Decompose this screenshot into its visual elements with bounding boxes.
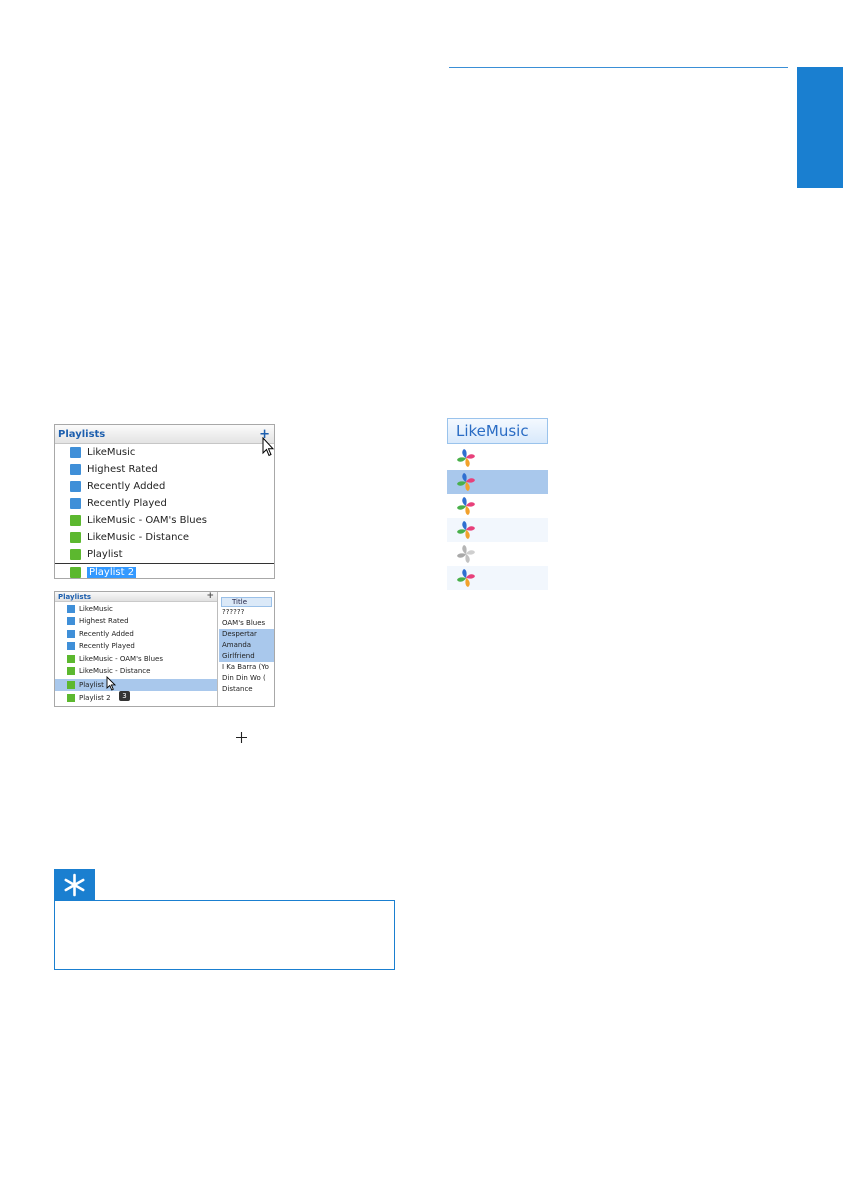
playlist-icon [67,667,75,675]
list-item[interactable]: LikeMusic - OAM's Blues [55,653,217,665]
table-row[interactable]: Din Din Wo ( [219,673,274,684]
folder-icon [67,605,75,613]
pinwheel-grey-icon [457,545,475,563]
pinwheel-icon [457,449,475,467]
list-item[interactable] [447,518,548,542]
smart-playlist-icon [70,481,81,492]
list-item[interactable]: Recently Added [70,478,274,495]
list-item-drop-target[interactable]: Playlist [55,679,217,691]
tip-box [54,900,395,970]
table-row[interactable]: Girlfriend [219,651,274,662]
list-item[interactable]: LikeMusic [70,444,274,461]
playlist-icon [67,694,75,702]
likemusic-header[interactable]: LikeMusic [447,418,548,444]
list-item[interactable]: Playlist 2 [55,692,217,704]
smart-playlist-icon [67,642,75,650]
playlists-pane: Playlists + LikeMusic Highest Rated Rece… [55,592,218,706]
tip-icon [54,869,95,901]
playlists-header: Playlists + [55,592,217,602]
playlist-icon [67,681,75,689]
list-item[interactable] [447,542,548,566]
pinwheel-icon [457,569,475,587]
language-tab [797,67,843,188]
smart-playlist-icon [70,498,81,509]
list-item-selected[interactable] [447,470,548,494]
drag-cursor-icon [106,676,117,691]
add-playlist-button[interactable]: + [206,592,214,601]
new-playlist-name-input[interactable]: Playlist 2 [55,563,274,578]
playlists-header-title: Playlists [58,428,106,440]
list-item[interactable]: Highest Rated [70,461,274,478]
plus-icon [236,732,247,743]
playlist-icon [70,566,81,578]
smart-playlist-icon [67,630,75,638]
pinwheel-icon [457,473,475,491]
playlist-icon [67,655,75,663]
table-row[interactable]: Distance [219,684,274,695]
list-item[interactable]: LikeMusic - OAM's Blues [70,512,274,529]
playlists-header-title: Playlists [58,592,92,601]
mouse-cursor-icon [262,437,274,457]
list-item[interactable]: Highest Rated [55,615,217,627]
list-item[interactable]: Playlist [70,546,274,563]
list-item[interactable]: LikeMusic - Distance [55,665,217,677]
list-item[interactable]: LikeMusic [55,603,217,615]
pinwheel-icon [457,497,475,515]
list-item[interactable]: Recently Played [70,495,274,512]
table-row[interactable]: OAM's Blues [219,618,274,629]
table-row[interactable]: Despertar [219,629,274,640]
list-item[interactable] [447,446,548,470]
list-item[interactable]: Recently Played [55,640,217,652]
table-row[interactable]: I Ka Barra (Yo [219,662,274,673]
list-item[interactable] [447,566,548,590]
pinwheel-icon [457,521,475,539]
drag-count-badge: 3 [119,691,130,701]
playlist-icon [70,515,81,526]
title-column-header[interactable]: Title [221,597,272,607]
list-item[interactable] [447,494,548,518]
top-rule [449,67,788,68]
table-row[interactable]: ?????? [219,607,274,618]
smart-playlist-icon [67,617,75,625]
drag-to-playlist-screenshot: Playlists + LikeMusic Highest Rated Rece… [54,591,275,707]
list-item[interactable]: LikeMusic - Distance [70,529,274,546]
smart-playlist-icon [70,464,81,475]
playlists-panel-screenshot: Playlists + LikeMusic Highest Rated Rece… [54,424,275,579]
playlist-icon [70,532,81,543]
list-item[interactable]: Recently Added [55,628,217,640]
folder-icon [70,447,81,458]
playlists-header: Playlists + [55,425,274,444]
playlist-icon [70,549,81,560]
table-row[interactable]: Amanda [219,640,274,651]
songs-pane: Title ?????? OAM's Blues Despertar Amand… [219,592,274,706]
